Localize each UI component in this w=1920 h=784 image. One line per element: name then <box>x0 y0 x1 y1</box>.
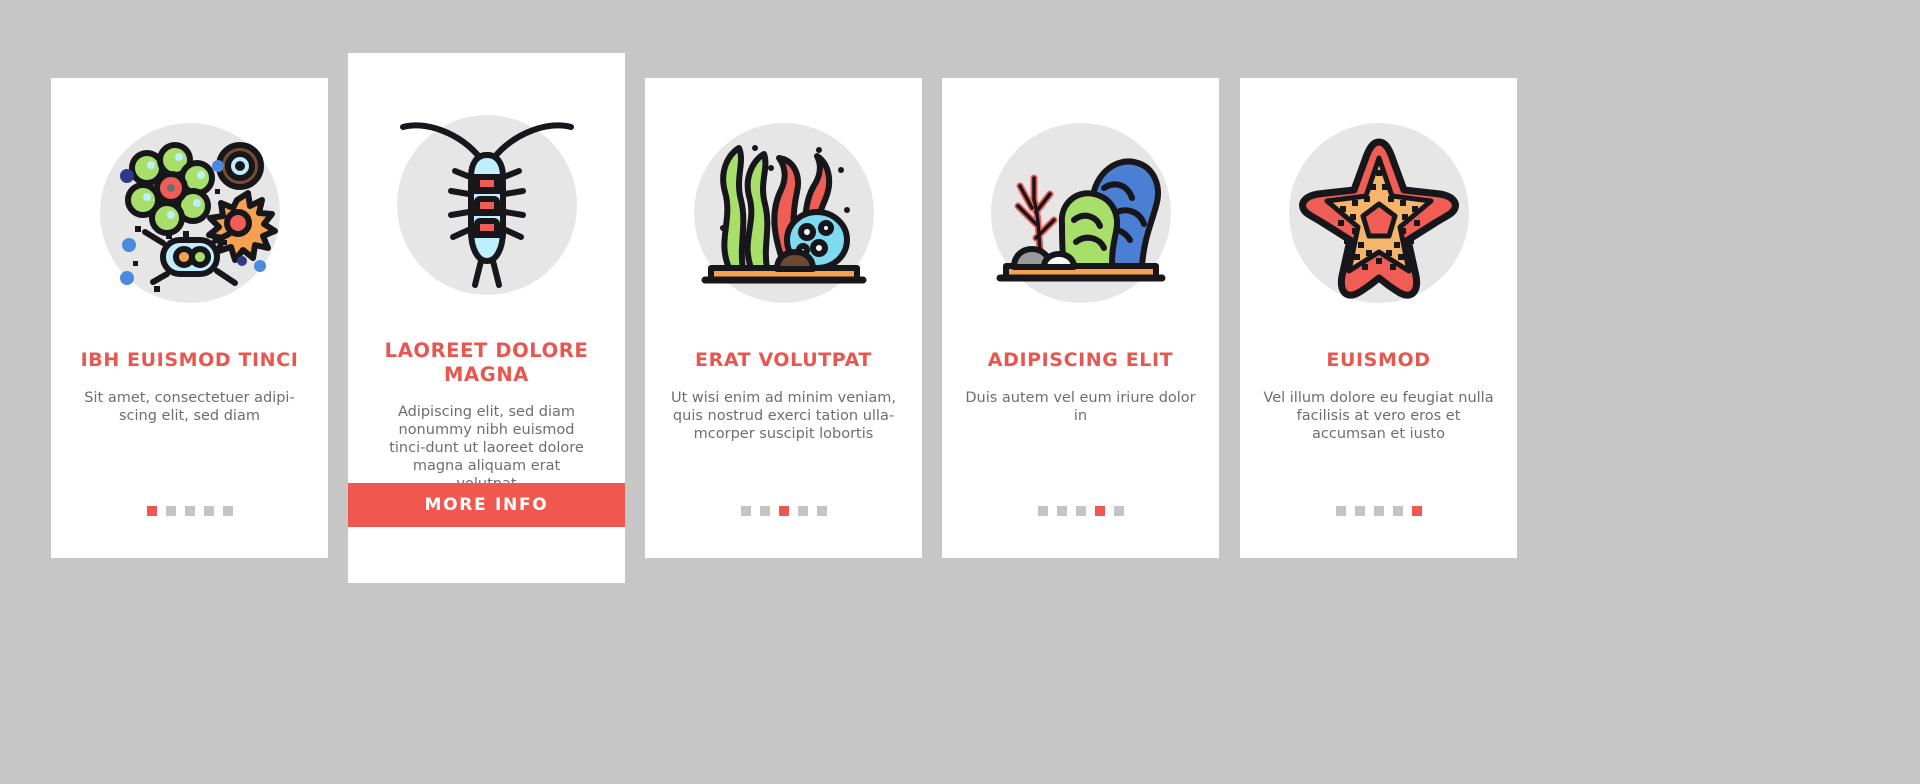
more-info-button[interactable]: MORE INFO <box>348 483 625 527</box>
pagination-dot[interactable] <box>146 506 157 516</box>
pagination-dot[interactable] <box>165 506 176 516</box>
pagination-dot[interactable] <box>759 506 770 516</box>
pagination-dot[interactable] <box>1354 506 1365 516</box>
starfish-icon <box>1288 123 1469 303</box>
pagination-dot[interactable] <box>1056 506 1067 516</box>
onboarding-screens-stage: IBH EUISMOD TINCI Sit amet, consectetuer… <box>0 0 1920 784</box>
card-title: IBH EUISMOD TINCI <box>80 349 299 371</box>
pagination-dot[interactable] <box>222 506 233 516</box>
pagination-dot[interactable] <box>203 506 214 516</box>
card-body: Vel illum dolore eu feugiat nulla facili… <box>1263 389 1494 442</box>
pagination-dots[interactable] <box>51 506 328 516</box>
pagination-dot[interactable] <box>816 506 827 516</box>
pagination-dot[interactable] <box>1075 506 1086 516</box>
pagination-dot[interactable] <box>1373 506 1384 516</box>
pagination-dot[interactable] <box>1037 506 1048 516</box>
onboarding-card-1[interactable]: IBH EUISMOD TINCI Sit amet, consectetuer… <box>51 78 328 558</box>
pagination-dot[interactable] <box>1335 506 1346 516</box>
onboarding-card-4[interactable]: ADIPISCING ELIT Duis autem vel eum iriur… <box>942 78 1219 558</box>
onboarding-card-2[interactable]: LAOREET DOLORE MAGNA Adipiscing elit, se… <box>348 53 625 583</box>
card-body: Adipiscing elit, sed diam nonummy nibh e… <box>389 403 584 492</box>
coral-reef-icon <box>990 123 1171 303</box>
pagination-dot[interactable] <box>1094 506 1105 516</box>
card-body: Sit amet, consectetuer adipi-scing elit,… <box>84 389 295 424</box>
card-title: ERAT VOLUTPAT <box>695 349 872 371</box>
pagination-dot[interactable] <box>1411 506 1422 516</box>
card-body: Ut wisi enim ad minim veniam, quis nostr… <box>670 389 896 442</box>
plankton-copepod-icon <box>396 115 577 295</box>
card-title: LAOREET DOLORE MAGNA <box>384 339 589 387</box>
card-title: EUISMOD <box>1326 349 1431 371</box>
card-body: Duis autem vel eum iriure dolor in <box>965 389 1196 424</box>
pagination-dot[interactable] <box>797 506 808 516</box>
microorganisms-icon <box>99 123 280 303</box>
pagination-dot[interactable] <box>184 506 195 516</box>
pagination-dots[interactable] <box>1240 506 1517 516</box>
pagination-dots[interactable] <box>645 506 922 516</box>
onboarding-card-5[interactable]: EUISMOD Vel illum dolore eu feugiat null… <box>1240 78 1517 558</box>
pagination-dot[interactable] <box>1113 506 1124 516</box>
pagination-dot[interactable] <box>778 506 789 516</box>
onboarding-card-3[interactable]: ERAT VOLUTPAT Ut wisi enim ad minim veni… <box>645 78 922 558</box>
pagination-dots[interactable] <box>942 506 1219 516</box>
pagination-dot[interactable] <box>740 506 751 516</box>
pagination-dot[interactable] <box>1392 506 1403 516</box>
card-title: ADIPISCING ELIT <box>987 349 1174 371</box>
seaweed-anemone-icon <box>693 123 874 303</box>
